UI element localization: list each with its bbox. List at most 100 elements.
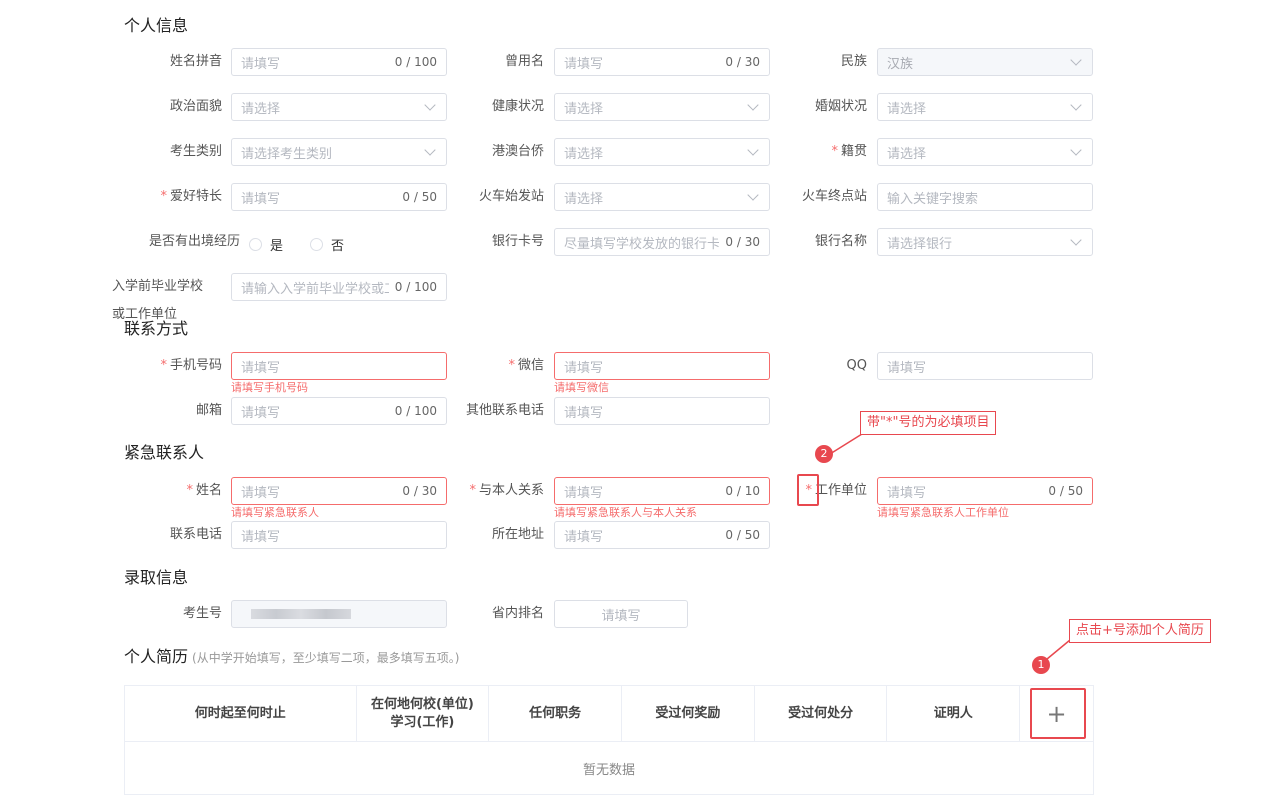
chevron-down-icon (424, 143, 436, 156)
relation-input[interactable]: 请填写 0 / 10 (554, 477, 770, 505)
emergency-name-input[interactable]: 请填写 0 / 30 (231, 477, 447, 505)
annotation-highlight-required (797, 474, 819, 506)
prev-school-placeholder: 请输入入学前毕业学校或工 (241, 281, 389, 297)
col-witness: 证明人 (887, 686, 1021, 741)
emergency-phone-placeholder: 请填写 (241, 529, 281, 545)
required-mark: * (831, 144, 838, 159)
name-pinyin-input[interactable]: 请填写 0 / 100 (231, 48, 447, 76)
work-unit-counter: 0 / 50 (1048, 484, 1083, 498)
relation-counter: 0 / 10 (725, 484, 760, 498)
work-unit-placeholder: 请填写 (887, 485, 927, 501)
prev-school-input[interactable]: 请输入入学前毕业学校或工 0 / 100 (231, 273, 447, 301)
hmt-placeholder: 请选择 (564, 146, 604, 162)
annotation-highlight-add (1030, 688, 1086, 739)
other-phone-input[interactable]: 请填写 (554, 397, 770, 425)
bank-card-counter: 0 / 30 (725, 235, 760, 249)
hobby-input[interactable]: 请填写 0 / 50 (231, 183, 447, 211)
label-hmt: 港澳台侨 (491, 144, 544, 159)
political-placeholder: 请选择 (241, 101, 281, 117)
qq-input[interactable]: 请填写 (877, 352, 1093, 380)
candidate-type-select[interactable]: 请选择考生类别 (231, 138, 447, 166)
col-position: 任何职务 (489, 686, 622, 741)
label-email: 邮箱 (195, 403, 222, 418)
health-select[interactable]: 请选择 (554, 93, 770, 121)
hobby-label-text: 爱好特长 (169, 189, 222, 204)
hmt-select[interactable]: 请选择 (554, 138, 770, 166)
abroad-radio-yes[interactable]: 是 (249, 235, 283, 254)
former-name-input[interactable]: 请填写 0 / 30 (554, 48, 770, 76)
bank-name-select[interactable]: 请选择银行 (877, 228, 1093, 256)
former-name-placeholder: 请填写 (564, 56, 604, 72)
table-empty-text: 暂无数据 (582, 763, 635, 778)
label-hobby: * 爱好特长 (160, 183, 222, 211)
annotation-note-add: 点击+号添加个人简历 (1069, 619, 1211, 643)
train-from-select[interactable]: 请选择 (554, 183, 770, 211)
bank-card-placeholder: 尽量填写学校发放的银行卡 (564, 236, 720, 252)
abroad-radio-no[interactable]: 否 (310, 235, 344, 254)
phone-label-text: 手机号码 (169, 358, 222, 373)
marital-select[interactable]: 请选择 (877, 93, 1093, 121)
email-input[interactable]: 请填写 0 / 100 (231, 397, 447, 425)
label-bank-name: 银行名称 (814, 234, 867, 249)
work-unit-input[interactable]: 请填写 0 / 50 (877, 477, 1093, 505)
required-mark: * (469, 483, 476, 498)
label-name-pinyin: 姓名拼音 (169, 54, 222, 69)
address-input[interactable]: 请填写 0 / 50 (554, 521, 770, 549)
emergency-name-placeholder: 请填写 (241, 485, 281, 501)
prev-school-counter: 0 / 100 (394, 280, 437, 294)
phone-input[interactable]: 请填写 (231, 352, 447, 380)
section-title-personal: 个人信息 (124, 16, 189, 35)
chevron-down-icon (1070, 98, 1082, 111)
email-counter: 0 / 100 (394, 404, 437, 418)
chevron-down-icon (1070, 233, 1082, 246)
resume-title: 个人简历 (124, 647, 189, 666)
label-address: 所在地址 (491, 527, 544, 542)
address-counter: 0 / 50 (725, 528, 760, 542)
label-bank-card: 银行卡号 (491, 234, 544, 249)
hobby-counter: 0 / 50 (402, 190, 437, 204)
relation-placeholder: 请填写 (564, 485, 604, 501)
chevron-down-icon (747, 143, 759, 156)
label-marital: 婚姻状况 (814, 99, 867, 114)
wechat-input[interactable]: 请填写 (554, 352, 770, 380)
emergency-name-counter: 0 / 30 (402, 484, 437, 498)
radio-circle (310, 238, 323, 251)
label-emergency-phone: 联系电话 (169, 527, 222, 542)
section-title-admission: 录取信息 (124, 568, 189, 587)
col-awards: 受过何奖励 (622, 686, 755, 741)
required-mark: * (508, 358, 515, 373)
wechat-label-text: 微信 (517, 358, 544, 373)
phone-error: 请填写手机号码 (231, 381, 308, 394)
label-train-from: 火车始发站 (478, 189, 544, 204)
abroad-yes-label: 是 (270, 239, 284, 254)
label-health: 健康状况 (491, 99, 544, 114)
other-phone-placeholder: 请填写 (564, 405, 604, 421)
email-placeholder: 请填写 (241, 405, 281, 421)
resume-note: (从中学开始填写，至少填写二项，最多填写五项。) (192, 651, 460, 665)
chevron-down-icon (1070, 143, 1082, 156)
annotation-badge-1: 1 (1032, 656, 1050, 674)
bank-card-input[interactable]: 尽量填写学校发放的银行卡 0 / 30 (554, 228, 770, 256)
bank-name-placeholder: 请选择银行 (887, 236, 953, 252)
chevron-down-icon (1070, 53, 1082, 66)
native-place-select[interactable]: 请选择 (877, 138, 1093, 166)
exam-no-input[interactable] (231, 600, 447, 628)
rank-placeholder: 请填写 (601, 608, 641, 624)
address-placeholder: 请填写 (564, 529, 604, 545)
health-placeholder: 请选择 (564, 101, 604, 117)
annotation-note-required: 带"*"号的为必填项目 (860, 411, 997, 435)
radio-circle (249, 238, 262, 251)
label-qq: QQ (846, 358, 867, 373)
marital-placeholder: 请选择 (887, 101, 927, 117)
rank-input[interactable]: 请填写 (554, 600, 688, 628)
ethnicity-value: 汉族 (887, 56, 914, 72)
name-pinyin-placeholder: 请填写 (241, 56, 281, 72)
relation-error: 请填写紧急联系人与本人关系 (554, 506, 697, 519)
emergency-name-label-text: 姓名 (195, 483, 222, 498)
wechat-error: 请填写微信 (554, 381, 609, 394)
emergency-phone-input[interactable]: 请填写 (231, 521, 447, 549)
label-other-phone: 其他联系电话 (465, 403, 544, 418)
political-select[interactable]: 请选择 (231, 93, 447, 121)
train-to-input[interactable]: 输入关键字搜索 (877, 183, 1093, 211)
ethnicity-select[interactable]: 汉族 (877, 48, 1093, 76)
